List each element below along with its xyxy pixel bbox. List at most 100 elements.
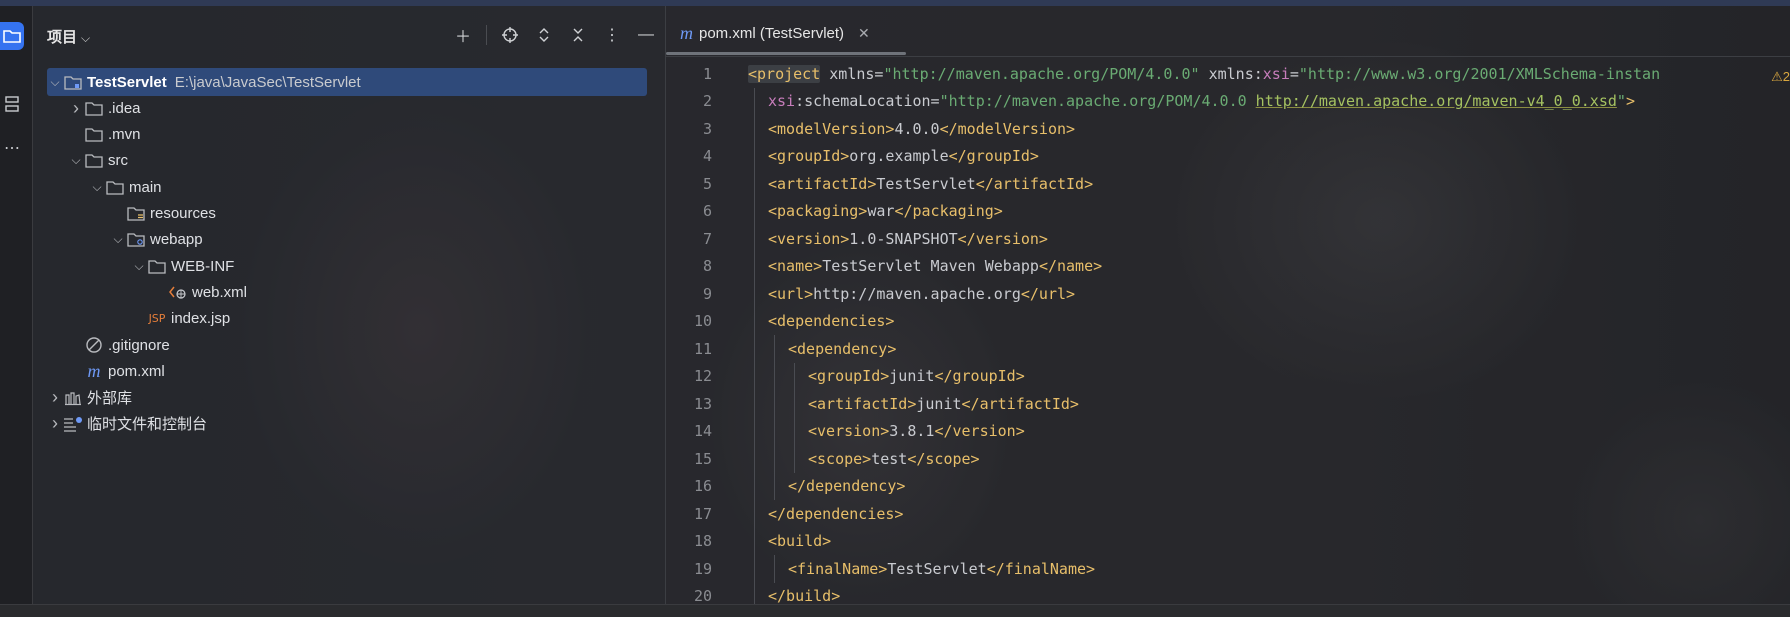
tree-item[interactable]: resources (47, 200, 216, 228)
more-icon: ⋯ (4, 140, 20, 157)
code-token: TestServlet (887, 559, 987, 578)
indent-guide (754, 307, 755, 335)
code-line: 9 <url>http://maven.apache.org</url> (666, 280, 1790, 307)
code-token: </version> (957, 229, 1048, 248)
tree-item-label: src (108, 152, 128, 170)
maven-file-icon: m (680, 22, 693, 43)
code-token: </dependencies> (768, 504, 904, 523)
tree-item[interactable]: .gitignore (47, 331, 170, 359)
indent-guide (774, 362, 775, 390)
collapse-all-button[interactable] (567, 24, 589, 46)
chevron-right-icon[interactable]: › (47, 413, 63, 434)
code-token: <scope> (808, 449, 872, 468)
code-text: <groupId>org.example</groupId> (768, 147, 1039, 165)
tree-item[interactable]: ⌵ TestServlet E:\java\JavaSec\TestServlet (47, 68, 647, 96)
new-file-button[interactable]: ＋ (452, 24, 474, 46)
code-token: <finalName> (788, 559, 888, 578)
code-line: 3 <modelVersion>4.0.0</modelVersion> (666, 115, 1790, 142)
tool-window-strip: ⋯ (0, 6, 33, 604)
tree-item[interactable]: › 临时文件和控制台 (47, 410, 207, 438)
tree-item[interactable]: ⌵ main (47, 173, 161, 201)
tree-item[interactable]: › 外部库 (47, 384, 132, 412)
indent-guide (754, 252, 755, 280)
tree-item[interactable]: ⌵ webapp (47, 226, 202, 254)
code-text: </build> (768, 587, 840, 605)
code-token: "http://maven.apache.org/POM/4.0.0 (939, 92, 1256, 110)
toolbar-divider (486, 25, 487, 45)
code-text: <artifactId>junit</artifactId> (808, 395, 1079, 413)
tree-item[interactable]: .mvn (47, 121, 141, 149)
tree-item[interactable]: web.xml (47, 278, 247, 306)
options-button[interactable]: ⋮ (601, 24, 623, 46)
indent-guide (754, 87, 755, 115)
code-line: 7 <version>1.0-SNAPSHOT</version> (666, 225, 1790, 252)
line-number: 14 (693, 422, 712, 440)
code-text: </dependency> (788, 477, 905, 495)
chevron-right-icon[interactable]: › (68, 98, 84, 119)
tree-item-label: index.jsp (171, 310, 231, 328)
code-token: http://maven.apache.org (813, 284, 1021, 303)
indent-guide (754, 362, 755, 390)
project-tool-button[interactable] (0, 22, 24, 50)
code-line: 6 <packaging>war</packaging> (666, 198, 1790, 225)
indent-guide (754, 472, 755, 500)
code-token: <dependency> (788, 339, 897, 358)
code-token: <packaging> (768, 202, 868, 220)
structure-tool-button[interactable] (0, 90, 24, 118)
indent-guide (774, 390, 775, 418)
chevron-down-icon[interactable]: ⌵ (89, 180, 105, 195)
locate-file-button[interactable] (499, 24, 521, 46)
tree-item[interactable]: JSP index.jsp (47, 305, 231, 333)
code-text: </dependencies> (768, 505, 903, 523)
collapse-all-icon (573, 28, 583, 42)
close-tab-icon[interactable]: ✕ (858, 25, 870, 42)
line-number: 15 (693, 449, 712, 468)
code-token: <dependencies> (768, 312, 895, 330)
code-text: <project xmlns="http://maven.apache.org/… (748, 64, 1660, 83)
line-number: 3 (702, 119, 712, 138)
hide-panel-button[interactable]: — (635, 24, 657, 46)
web-xml-icon (168, 283, 188, 301)
tab-pom-xml[interactable]: m pom.xml (TestServlet) ✕ (680, 18, 870, 48)
code-token: xsi (768, 92, 796, 110)
line-number: 12 (693, 367, 712, 385)
code-text: <dependency> (788, 340, 896, 358)
scratches-icon (63, 415, 83, 433)
folder-icon (84, 99, 104, 117)
tree-item-label: 临时文件和控制台 (87, 416, 208, 434)
tree-item[interactable]: m pom.xml (47, 357, 165, 385)
line-number: 6 (702, 202, 712, 220)
resources-folder-icon (126, 205, 146, 223)
tree-item[interactable]: ⌵ src (47, 147, 128, 175)
code-token: </finalName> (986, 559, 1096, 578)
more-tools-button[interactable]: ⋯ (0, 134, 24, 162)
gitignore-icon (84, 336, 104, 354)
chevron-down-icon[interactable]: ⌵ (110, 232, 126, 247)
folder-icon (105, 178, 125, 196)
expand-all-button[interactable] (533, 24, 555, 46)
code-line: 16 </dependency> (666, 473, 1790, 500)
line-number: 4 (702, 147, 712, 165)
folder-icon (147, 257, 167, 275)
code-token: </version> (934, 422, 1025, 440)
project-view-selector[interactable]: 项目 ⌵ (47, 26, 90, 47)
tree-item[interactable]: › .idea (47, 94, 141, 122)
code-token: <version> (808, 422, 890, 440)
kebab-menu-icon: ⋮ (604, 27, 620, 44)
code-token: junit (916, 394, 962, 413)
chevron-down-icon[interactable]: ⌵ (47, 75, 63, 90)
web-folder-icon (126, 231, 146, 249)
code-token: 4.0.0 (894, 119, 940, 138)
project-title: 项目 (47, 29, 78, 46)
code-line: 1 <project xmlns="http://maven.apache.org… (666, 60, 1790, 87)
line-number: 10 (693, 312, 712, 330)
tree-item[interactable]: ⌵ WEB-INF (47, 252, 234, 280)
chevron-right-icon[interactable]: › (47, 387, 63, 408)
chevron-down-icon[interactable]: ⌵ (131, 259, 147, 274)
code-text: <artifactId>TestServlet</artifactId> (768, 175, 1093, 193)
code-line: 13 <artifactId>junit</artifactId> (666, 390, 1790, 417)
tree-item-label: .gitignore (108, 336, 170, 354)
code-line: 5 <artifactId>TestServlet</artifactId> (666, 170, 1790, 197)
code-line: 4 <groupId>org.example</groupId> (666, 143, 1790, 170)
chevron-down-icon[interactable]: ⌵ (68, 153, 84, 168)
